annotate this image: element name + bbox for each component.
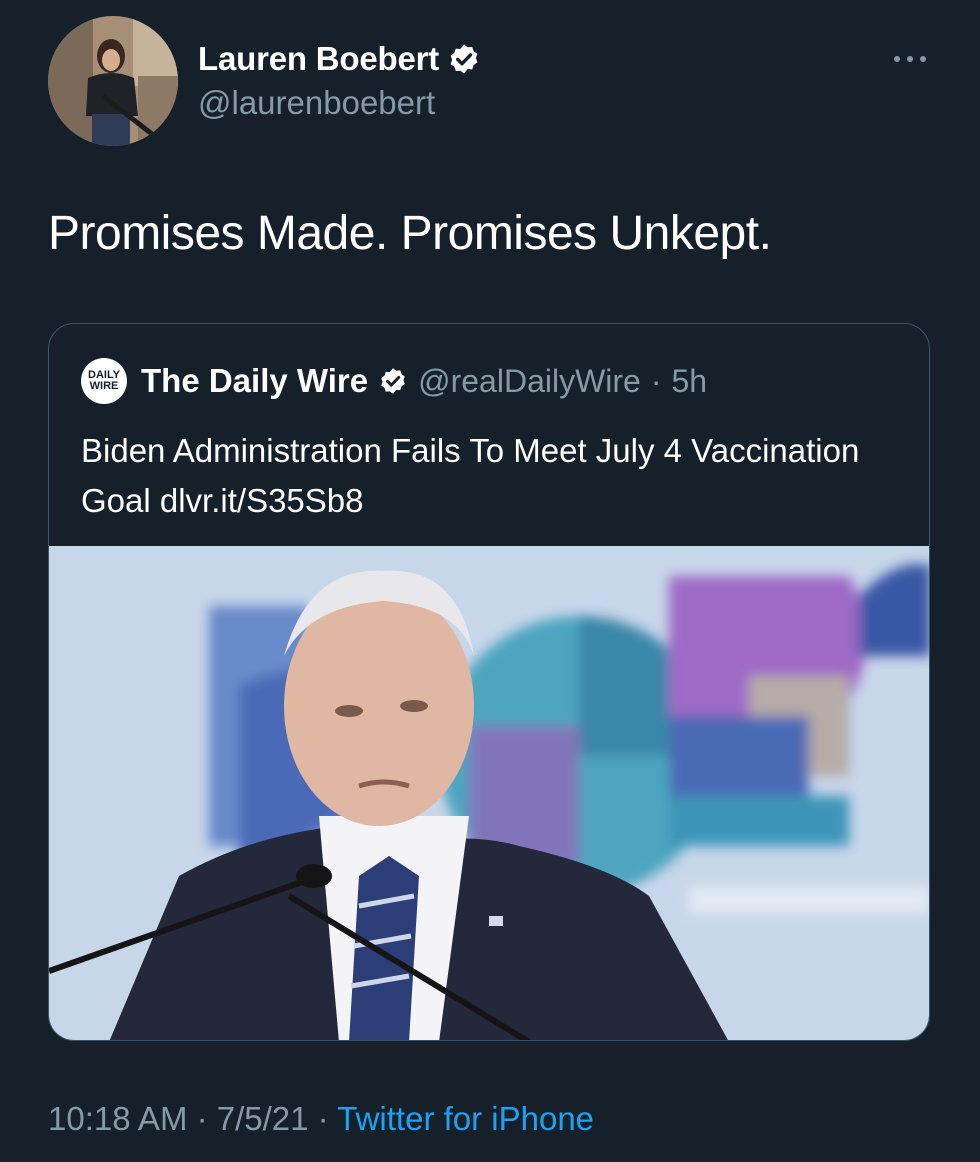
- quoted-tweet-photo[interactable]: [49, 546, 929, 1040]
- quoted-time-ago: 5h: [671, 362, 708, 399]
- daily-wire-logo: DAILY WIRE: [81, 358, 127, 404]
- quoted-handle: @realDailyWire: [418, 362, 641, 399]
- tweet-source-link[interactable]: Twitter for iPhone: [337, 1100, 594, 1137]
- tweet-time[interactable]: 10:18 AM: [48, 1100, 187, 1137]
- author-name-row: Lauren Boebert: [198, 36, 481, 82]
- verified-badge-icon: [447, 42, 481, 76]
- verified-badge-icon: [378, 366, 408, 396]
- tweet: Lauren Boebert @laurenboebert Promises M…: [0, 0, 980, 1162]
- author-avatar[interactable]: [48, 16, 178, 146]
- avatar-image: [48, 16, 178, 146]
- quoted-tweet-header: DAILY WIRE The Daily Wire @realDailyWire…: [81, 358, 707, 404]
- author-info: Lauren Boebert @laurenboebert: [198, 36, 481, 122]
- author-display-name[interactable]: Lauren Boebert: [198, 40, 439, 78]
- logo-line-2: WIRE: [89, 380, 119, 392]
- meta-separator: ·: [187, 1100, 217, 1137]
- quoted-separator: ·: [650, 362, 662, 399]
- meta-separator: ·: [308, 1100, 338, 1137]
- author-handle[interactable]: @laurenboebert: [198, 84, 481, 122]
- quoted-display-name: The Daily Wire: [141, 362, 369, 399]
- tweet-date[interactable]: 7/5/21: [217, 1100, 309, 1137]
- tweet-meta: 10:18 AM · 7/5/21 · Twitter for iPhone: [48, 1100, 594, 1138]
- tweet-text: Promises Made. Promises Unkept.: [48, 207, 772, 260]
- quoted-tweet-card[interactable]: DAILY WIRE The Daily Wire @realDailyWire…: [48, 323, 930, 1041]
- quoted-tweet-text: Biden Administration Fails To Meet July …: [81, 432, 860, 519]
- more-options-icon[interactable]: [890, 44, 930, 74]
